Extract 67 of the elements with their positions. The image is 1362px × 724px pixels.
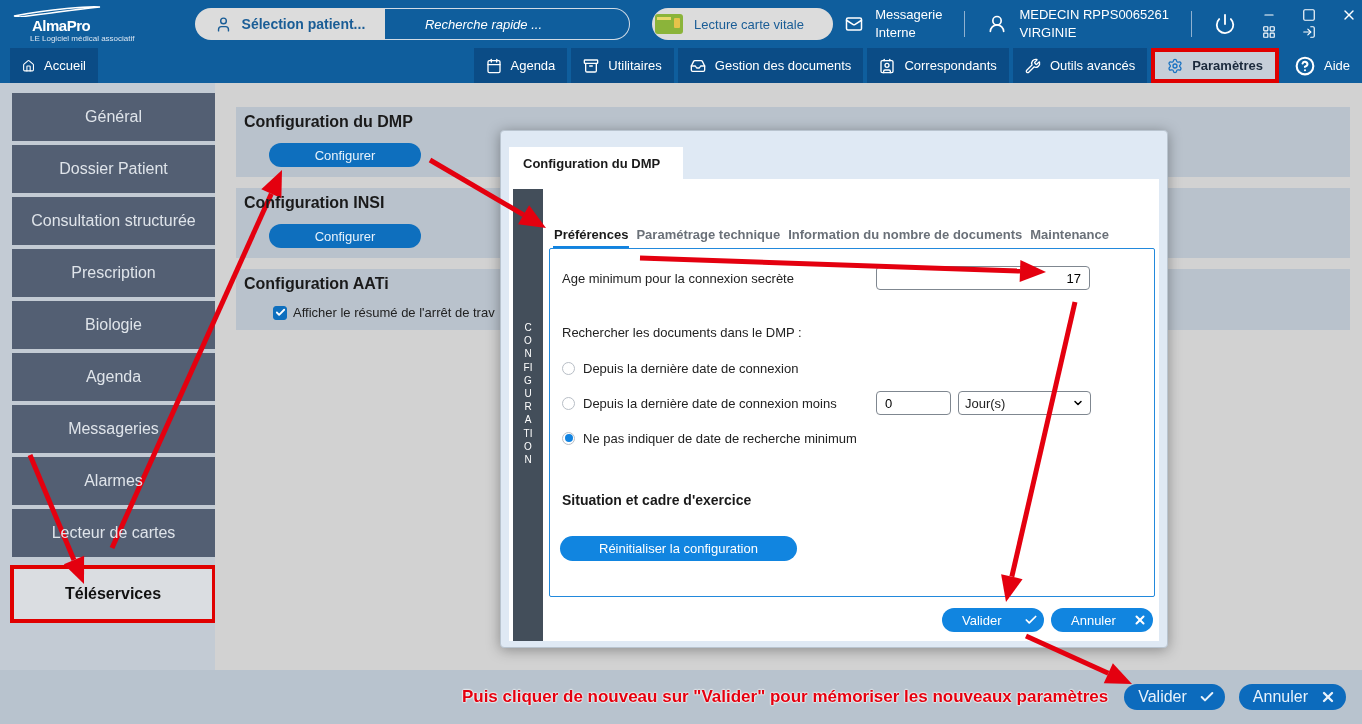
section-title: Configuration AATi — [244, 275, 389, 293]
messaging-link[interactable]: Messagerie Interne — [875, 6, 943, 42]
section-title: Configuration du DMP — [244, 113, 413, 131]
grid-icon[interactable] — [1262, 25, 1276, 39]
unit-select[interactable]: Jour(s) — [958, 391, 1091, 415]
maximize-icon[interactable] — [1302, 8, 1316, 22]
exit-icon[interactable] — [1302, 25, 1316, 39]
nav-tab[interactable]: Utilitaires — [571, 48, 674, 83]
contact-card-icon — [879, 57, 896, 74]
sidebar-item[interactable]: Prescription — [12, 249, 215, 297]
power-icon[interactable] — [1214, 13, 1236, 35]
field-label: Rechercher les documents dans le DMP : — [562, 324, 802, 340]
checkbox[interactable] — [273, 305, 287, 320]
amount-field[interactable]: 0 — [876, 391, 951, 415]
home-icon — [22, 57, 36, 74]
card-reader-button[interactable]: Lecture carte vitale — [652, 8, 834, 40]
validate-button[interactable]: Valider — [942, 608, 1044, 632]
validate-button[interactable]: Valider — [1124, 684, 1225, 710]
dialog-tab[interactable]: Information du nombre de documents — [787, 225, 1024, 248]
mail-icon — [845, 15, 864, 33]
nav-tab[interactable]: Gestion des documents — [677, 48, 864, 83]
box-icon — [583, 57, 600, 74]
radio-label: Depuis la dernière date de connexion — [583, 360, 799, 376]
check-icon — [274, 307, 286, 318]
radio-label: Ne pas indiquer de date de recherche minimum — [583, 430, 857, 446]
close-icon — [1320, 689, 1336, 705]
reset-button[interactable]: Réinitialiser la configuration — [560, 536, 797, 561]
help-icon — [1294, 55, 1315, 76]
cancel-button[interactable]: Annuler — [1238, 684, 1346, 710]
sidebar-item[interactable]: Général — [12, 93, 215, 141]
dialog-tab[interactable]: Paramétrage technique — [635, 225, 782, 248]
nav-tab[interactable]: Paramètres — [1151, 48, 1279, 83]
quick-search-field[interactable]: Recherche rapide ... — [384, 8, 631, 40]
nav-tab[interactable]: Correspondants — [867, 48, 1009, 83]
checkbox-label: Afficher le résumé de l'arrêt de trav — [293, 305, 495, 320]
sidebar-item[interactable]: Agenda — [12, 353, 215, 401]
wrench-icon — [1024, 57, 1041, 74]
nav-tab[interactable]: Agenda — [473, 48, 568, 83]
side-label: CONFIGURATION — [523, 321, 533, 467]
card-icon — [654, 13, 685, 35]
radio-label: Depuis la dernière date de connexion moins — [583, 395, 838, 411]
logo-tagline: LE Logiciel médical associatif — [30, 34, 136, 43]
tray-icon — [689, 57, 706, 74]
field-label: Age minimum pour la connexion secrète — [562, 270, 795, 286]
instruction-text: Puis cliquer de nouveau sur "Valider" pour mémoriser les nouveaux paramètres — [461, 687, 1109, 707]
sidebar-item[interactable]: Téléservices — [10, 565, 216, 623]
cancel-button[interactable]: Annuler — [1051, 608, 1153, 632]
settings-icon — [1167, 57, 1184, 74]
configure-button[interactable]: Configurer — [269, 143, 421, 167]
close-icon — [1133, 613, 1147, 627]
logo-name: AlmaPro — [32, 17, 92, 34]
check-icon — [1024, 613, 1038, 627]
sidebar-item[interactable]: Messageries — [12, 405, 215, 453]
calendar-icon — [485, 57, 502, 74]
help-link[interactable]: Aide — [1282, 48, 1362, 83]
configure-button[interactable]: Configurer — [269, 224, 421, 248]
dialog-tab[interactable]: Maintenance — [1029, 225, 1110, 248]
patient-select-button[interactable]: Sélection patient... — [194, 8, 385, 40]
sidebar-item[interactable]: Consultation structurée — [12, 197, 215, 245]
home-tab[interactable]: Accueil — [10, 48, 98, 83]
sidebar-item[interactable]: Dossier Patient — [12, 145, 215, 193]
sidebar-item[interactable]: Biologie — [12, 301, 215, 349]
nav-tab[interactable]: Outils avancés — [1012, 48, 1148, 83]
user-name: MEDECIN RPPS0065261 VIRGINIE — [1019, 6, 1169, 42]
dialog-tab[interactable]: Préférences — [553, 225, 630, 248]
dialog-tab[interactable]: Configuration du DMP — [509, 147, 683, 179]
section-title: Situation et cadre d'exercice — [562, 492, 753, 508]
